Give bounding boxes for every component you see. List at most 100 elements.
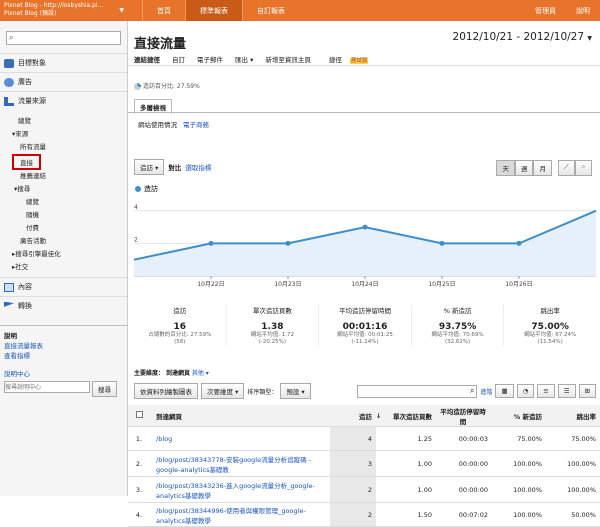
motion-chart-icon[interactable]: ⁘	[574, 160, 592, 176]
col-pages-per-visit[interactable]: 單次造訪頁數	[384, 411, 438, 421]
legend-label: 造訪	[144, 184, 158, 193]
export-button[interactable]: 匯出 ▾	[229, 51, 259, 65]
help-link-report[interactable]: 直接流量報表	[4, 340, 123, 350]
sidebar-item-label: 廣告	[18, 78, 32, 86]
admin-link[interactable]: 管理員	[525, 0, 566, 21]
pie-view-icon[interactable]: ◔	[516, 384, 535, 398]
sidebar-item-label: 轉換	[18, 302, 32, 310]
nav-search[interactable]: ▾搜尋	[12, 180, 127, 193]
dimension-other[interactable]: 其他 ▾	[192, 370, 209, 377]
table-search-input[interactable]: ⌕	[357, 384, 478, 398]
advanced-filter-link[interactable]: 進階	[480, 387, 492, 396]
dimension-value[interactable]: 到達網頁	[166, 370, 190, 377]
metric-dropdown[interactable]: 造訪 ▾	[134, 159, 165, 175]
period-month[interactable]: 月	[533, 160, 552, 176]
col-visits[interactable]: 造訪	[330, 411, 376, 421]
period-week[interactable]: 週	[514, 160, 534, 176]
add-dashboard-button[interactable]: 新增至資訊主頁	[259, 51, 317, 65]
stat-name: 造訪	[173, 307, 187, 315]
report-toolbar: 連結捷徑 自訂 電子郵件 匯出 ▾ 新增至資訊主頁 捷徑 測試版	[128, 51, 600, 66]
landing-page-link[interactable]: /blog/post/38343236-進入google流量分析_google-…	[156, 482, 315, 500]
cell-bounce: 50.00%	[571, 510, 596, 519]
sort-type-dropdown[interactable]: 預設 ▾	[280, 383, 311, 399]
nav-organic[interactable]: 隨機	[12, 206, 127, 219]
tab-custom-reports[interactable]: 自訂報表	[242, 0, 299, 21]
nav-paid[interactable]: 付費	[12, 219, 127, 232]
y-tick-label: 4	[134, 204, 138, 211]
account-selector[interactable]: Pixnet Blog - http://losbyshia.pi... Pix…	[0, 0, 130, 21]
stat-sub: 占總數的百分比: 27.59%	[148, 332, 212, 338]
nav-overview[interactable]: 總覽	[12, 112, 127, 125]
nav-all-traffic[interactable]: 所有流量	[12, 138, 127, 151]
col-bounce-rate[interactable]: 跳出率	[546, 411, 600, 421]
stat-sub: 網站平均值: 70.69%	[431, 332, 484, 338]
sidebar-item-ads[interactable]: 廣告	[0, 72, 127, 91]
select-all-checkbox[interactable]	[135, 411, 143, 418]
cell-new: 75.00%	[517, 434, 542, 443]
sort-arrow-icon: ↓	[376, 411, 382, 420]
compare-view-icon[interactable]: ☰	[557, 384, 576, 398]
explorer-sublinks: 網站使用情況 電子商務	[128, 112, 600, 135]
cell-visits: 2	[330, 477, 376, 502]
email-button[interactable]: 電子郵件	[191, 51, 229, 65]
sidebar-item-audience[interactable]: 目標對象	[0, 53, 127, 72]
period-day[interactable]: 天	[496, 160, 515, 176]
col-avg-duration[interactable]: 平均造訪停留時間	[438, 406, 494, 426]
cell-visits: 4	[330, 427, 376, 450]
table-view-icon[interactable]: ▦	[495, 384, 514, 398]
nav-search-overview[interactable]: 總覽	[12, 193, 127, 206]
nav-campaigns[interactable]: 廣告活動	[12, 232, 127, 245]
help-search-input[interactable]	[4, 381, 90, 393]
nav-direct[interactable]: 直接	[12, 154, 41, 170]
legend-dot	[135, 186, 141, 192]
date-range-selector[interactable]: 2012/10/21 - 2012/10/27 ▼	[453, 31, 592, 43]
tab-home[interactable]: 首頁	[142, 0, 185, 21]
help-link-metrics[interactable]: 查看指標	[4, 350, 123, 360]
cell-visits: 3	[330, 451, 376, 476]
sidebar-item-traffic[interactable]: 流量來源	[0, 91, 127, 110]
pivot-view-icon[interactable]: ⊞	[578, 384, 596, 398]
help-link[interactable]: 說明	[566, 0, 600, 21]
plot-rows-button[interactable]: 依資料列繪製圖表	[134, 383, 198, 399]
stat-value: 75.00%	[531, 322, 569, 332]
nav-seo[interactable]: ▸搜尋引擎最佳化	[12, 245, 127, 258]
metric-label: 造訪	[140, 164, 153, 172]
col-new-visits[interactable]: % 新造訪	[494, 411, 546, 421]
data-point	[439, 240, 445, 246]
shortcut-link[interactable]: 連結捷徑	[128, 51, 166, 65]
secondary-dimension-button[interactable]: 次要維度 ▾	[201, 383, 245, 399]
date-range: 2012/10/21 - 2012/10/27	[452, 31, 585, 43]
sidebar-item-content[interactable]: 內容	[0, 277, 127, 296]
shortcut-button[interactable]: 捷徑 測試版	[317, 51, 375, 65]
page-title: 直接流量	[134, 37, 187, 52]
help-center-link[interactable]: 說明中心	[4, 368, 123, 378]
stat-value: 93.75%	[438, 322, 477, 332]
traffic-chart: 造訪 4 2 10月22日 10月23日 10月24日 10月25日 10月26日	[128, 181, 600, 291]
sidebar-search-input[interactable]: ⌕	[6, 31, 121, 45]
select-metric-link[interactable]: 選取指標	[185, 162, 211, 172]
col-landing-page[interactable]: 到達網頁	[150, 411, 330, 421]
tab-standard-reports[interactable]: 標準報表	[185, 0, 242, 21]
table-row: 1. /blog 4 1.25 00:00:03 75.00% 75.00%	[128, 427, 600, 451]
cell-time: 00:00:00	[458, 485, 488, 494]
row-number: 3.	[135, 485, 143, 494]
help-search-button[interactable]: 搜尋	[92, 381, 117, 397]
landing-page-link[interactable]: /blog	[156, 435, 172, 443]
nav-sources[interactable]: ▾來源	[12, 125, 127, 138]
landing-page-link[interactable]: /blog/post/38344996-使用者與權限管理_google-anal…	[156, 507, 306, 525]
sidebar-item-conversions[interactable]: 轉換	[0, 296, 127, 315]
site-usage-link[interactable]: 網站使用情況	[138, 121, 177, 129]
landing-page-link[interactable]: /blog/post/38343778-安裝google流量分析追蹤碼 - go…	[156, 456, 311, 474]
customize-button[interactable]: 自訂	[166, 51, 191, 65]
x-tick-label: 10月23日	[274, 281, 301, 288]
y-tick-label: 2	[134, 236, 138, 243]
visit-pct-text: 造訪百分比: 27.59%	[143, 83, 200, 90]
table-header: 到達網頁 造訪 ↓ 單次造訪頁數 平均造訪停留時間 % 新造訪 跳出率	[128, 405, 600, 427]
search-icon: ⌕	[9, 33, 14, 42]
line-chart-icon[interactable]: ⟋	[557, 160, 575, 176]
nav-social[interactable]: ▸社交	[12, 258, 127, 271]
data-point	[285, 240, 291, 246]
ecommerce-link[interactable]: 電子商務	[183, 121, 209, 129]
performance-view-icon[interactable]: ≡	[537, 384, 555, 398]
cell-new: 100.00%	[513, 485, 542, 494]
